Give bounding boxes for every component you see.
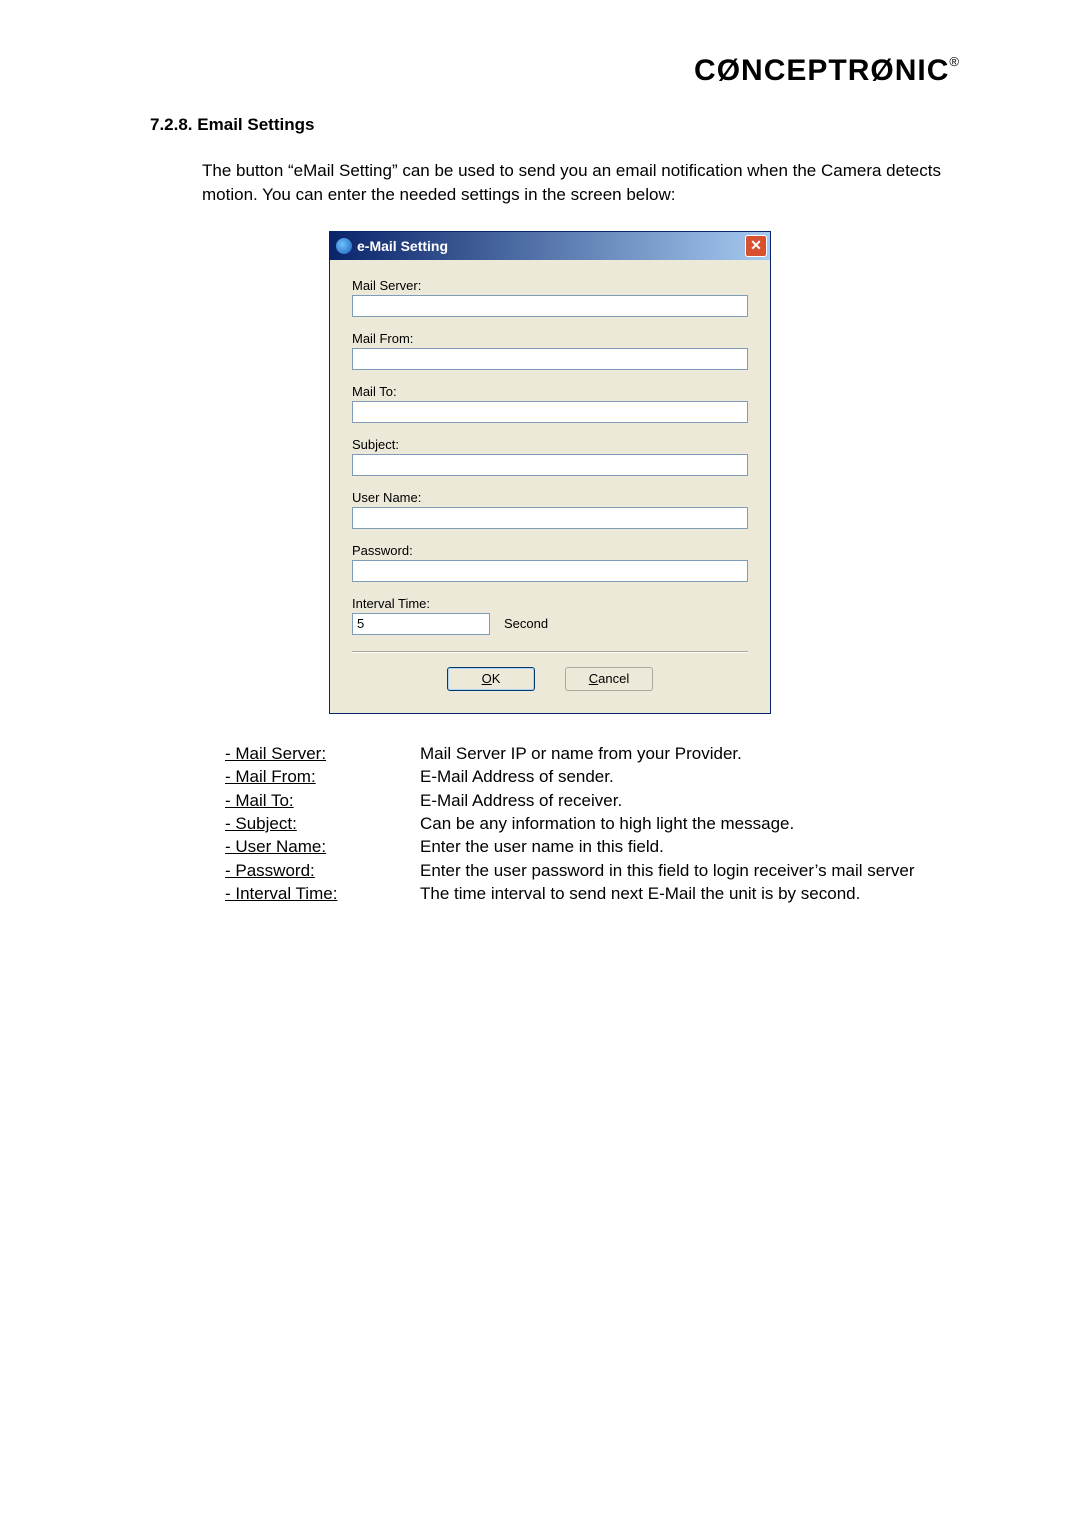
definition-term: - Mail From: [225,765,420,788]
subject-label: Subject: [352,437,748,452]
mail-from-label: Mail From: [352,331,748,346]
cancel-button[interactable]: Cancel [565,667,653,691]
definition-row: - Mail From: E-Mail Address of sender. [225,765,950,788]
interval-time-input[interactable] [352,613,490,635]
dialog-divider [352,651,748,653]
definition-row: - Mail Server: Mail Server IP or name fr… [225,742,950,765]
mail-from-input[interactable] [352,348,748,370]
dialog-icon [336,238,352,254]
password-input[interactable] [352,560,748,582]
section-heading: 7.2.8. Email Settings [150,115,950,135]
interval-time-label: Interval Time: [352,596,748,611]
definition-desc: The time interval to send next E-Mail th… [420,882,950,905]
dialog-titlebar: e-Mail Setting ✕ [330,232,770,260]
user-name-label: User Name: [352,490,748,505]
definition-desc: Can be any information to high light the… [420,812,950,835]
definition-term: - Interval Time: [225,882,420,905]
mail-to-label: Mail To: [352,384,748,399]
definition-desc: Enter the user name in this field. [420,835,950,858]
subject-input[interactable] [352,454,748,476]
password-label: Password: [352,543,748,558]
definition-row: - Interval Time: The time interval to se… [225,882,950,905]
mail-server-label: Mail Server: [352,278,748,293]
definition-row: - Mail To: E-Mail Address of receiver. [225,789,950,812]
definition-desc: Enter the user password in this field to… [420,859,950,882]
definition-row: - User Name: Enter the user name in this… [225,835,950,858]
close-icon: ✕ [750,237,762,254]
definition-term: - Mail Server: [225,742,420,765]
mail-server-input[interactable] [352,295,748,317]
user-name-input[interactable] [352,507,748,529]
ok-button[interactable]: OK [447,667,535,691]
definition-row: - Subject: Can be any information to hig… [225,812,950,835]
definition-desc: E-Mail Address of receiver. [420,789,950,812]
definition-term: - Password: [225,859,420,882]
brand-logo: CØNCEPTRØNIC® [694,54,960,88]
definitions-list: - Mail Server: Mail Server IP or name fr… [225,742,950,906]
definition-term: - Mail To: [225,789,420,812]
definition-row: - Password: Enter the user password in t… [225,859,950,882]
dialog-title-text: e-Mail Setting [357,238,448,254]
interval-unit-label: Second [504,616,548,631]
close-button[interactable]: ✕ [745,235,767,257]
definition-term: - Subject: [225,812,420,835]
mail-to-input[interactable] [352,401,748,423]
definition-desc: Mail Server IP or name from your Provide… [420,742,950,765]
intro-paragraph: The button “eMail Setting” can be used t… [202,159,950,207]
email-setting-dialog: e-Mail Setting ✕ Mail Server: Mail From:… [329,231,771,714]
definition-term: - User Name: [225,835,420,858]
definition-desc: E-Mail Address of sender. [420,765,950,788]
